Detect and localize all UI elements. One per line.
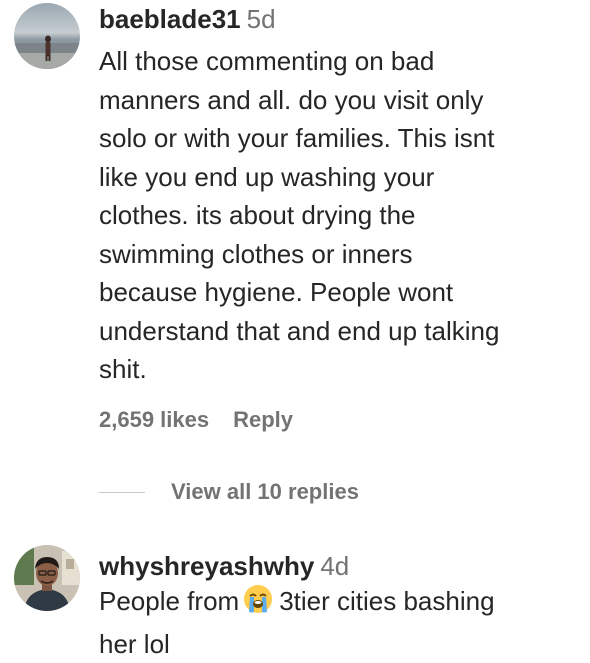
comment-actions: 2,659 likes Reply: [99, 407, 293, 433]
comment-header: whyshreyashwhy4d: [99, 550, 580, 582]
comment-text-line: because hygiene. People wont: [99, 273, 580, 312]
comment-text-line: understand that and end up talking: [99, 312, 580, 351]
username[interactable]: whyshreyashwhy: [99, 551, 314, 581]
comment-text-line: shit.: [99, 350, 580, 389]
likes-count[interactable]: 2,659 likes: [99, 407, 209, 432]
view-replies-label[interactable]: View all 10 replies: [171, 479, 359, 505]
comment-text-line: manners and all. do you visit only: [99, 81, 580, 120]
comment-text-segment: People from: [99, 586, 239, 616]
comment-item: baeblade315d All those commenting on bad…: [0, 0, 590, 530]
comment-text-line: solo or with your families. This isnt: [99, 119, 580, 158]
loudly-crying-face-emoji-icon: [243, 584, 273, 625]
comment-text-line: clothes. its about drying the: [99, 196, 580, 235]
comment-header: baeblade315d: [99, 3, 580, 35]
comment-text-line: All those commenting on bad: [99, 42, 580, 81]
comment-text-line: swimming clothes or inners: [99, 235, 580, 274]
comment-age: 4d: [320, 551, 349, 581]
replies-divider: [99, 492, 145, 493]
comment-text: All those commenting on bad manners and …: [99, 42, 580, 389]
comment-item: whyshreyashwhy4d People from 3tier citie…: [0, 540, 590, 658]
view-replies-button[interactable]: View all 10 replies: [99, 479, 359, 505]
comment-text-line: her lol: [99, 625, 580, 663]
comment-age: 5d: [247, 4, 276, 34]
comment-text-line: like you end up washing your: [99, 158, 580, 197]
reply-button[interactable]: Reply: [233, 407, 293, 432]
beach-person-avatar-icon[interactable]: [14, 3, 80, 69]
username[interactable]: baeblade31: [99, 4, 241, 34]
person-avatar-icon[interactable]: [14, 545, 80, 611]
comment-text-segment: 3tier cities bashing: [279, 586, 494, 616]
comment-text: People from 3tier cities bashing her lol: [99, 582, 580, 663]
comment-text-line: People from 3tier cities bashing: [99, 582, 580, 625]
